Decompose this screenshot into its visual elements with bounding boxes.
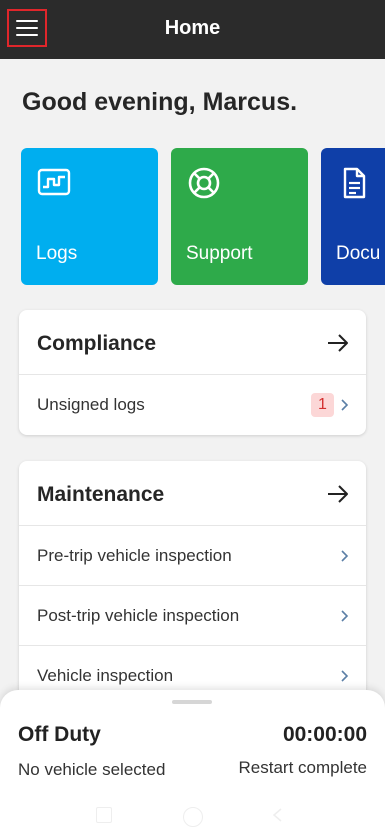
quick-action-tiles: Logs Support Docu [0,148,385,285]
logs-tile-label: Logs [36,243,78,264]
chevron-right-icon [341,550,349,562]
logs-chart-icon [37,168,71,196]
maintenance-header[interactable]: Maintenance [19,461,366,526]
post-trip-inspection-row[interactable]: Post-trip vehicle inspection [19,586,366,646]
vehicle-status-text: No vehicle selected [18,760,166,779]
page-title: Home [164,17,221,39]
top-app-bar: Home [0,0,385,59]
arrow-right-icon [328,485,348,503]
compliance-card: Compliance Unsigned logs 1 [19,310,366,435]
documents-tile-label: Docu [336,243,381,264]
documents-tile[interactable]: Docu [321,148,385,285]
maintenance-card: Maintenance Pre-trip vehicle inspection … [19,461,366,706]
recent-apps-icon[interactable] [96,807,112,823]
greeting-text: Good evening, Marcus. [22,88,298,116]
arrow-right-icon [328,334,348,352]
duty-timer: 00:00:00 [282,723,367,746]
compliance-title: Compliance [37,332,157,355]
chevron-right-icon [341,399,349,411]
support-tile-label: Support [186,243,253,264]
chevron-right-icon [341,670,349,682]
support-tile[interactable]: Support [171,148,308,285]
unsigned-logs-row[interactable]: Unsigned logs 1 [19,375,366,435]
pre-trip-inspection-row[interactable]: Pre-trip vehicle inspection [19,526,366,586]
chevron-right-icon [341,610,349,622]
restart-status-text: Restart complete [238,758,368,777]
pre-trip-inspection-label: Pre-trip vehicle inspection [37,546,232,565]
unsigned-logs-label: Unsigned logs [37,395,145,414]
system-navigation-bar [0,795,385,840]
maintenance-title: Maintenance [37,483,165,506]
document-icon [343,167,366,199]
sheet-drag-handle[interactable] [172,700,212,704]
logs-tile[interactable]: Logs [21,148,158,285]
post-trip-inspection-label: Post-trip vehicle inspection [37,606,240,625]
home-nav-icon[interactable] [183,807,203,827]
lifebuoy-icon [188,167,220,199]
vehicle-inspection-label: Vehicle inspection [37,666,174,685]
duty-status-label: Off Duty [18,723,101,746]
back-nav-icon[interactable] [270,807,286,823]
compliance-header[interactable]: Compliance [19,310,366,375]
unsigned-logs-count-badge: 1 [311,393,334,417]
